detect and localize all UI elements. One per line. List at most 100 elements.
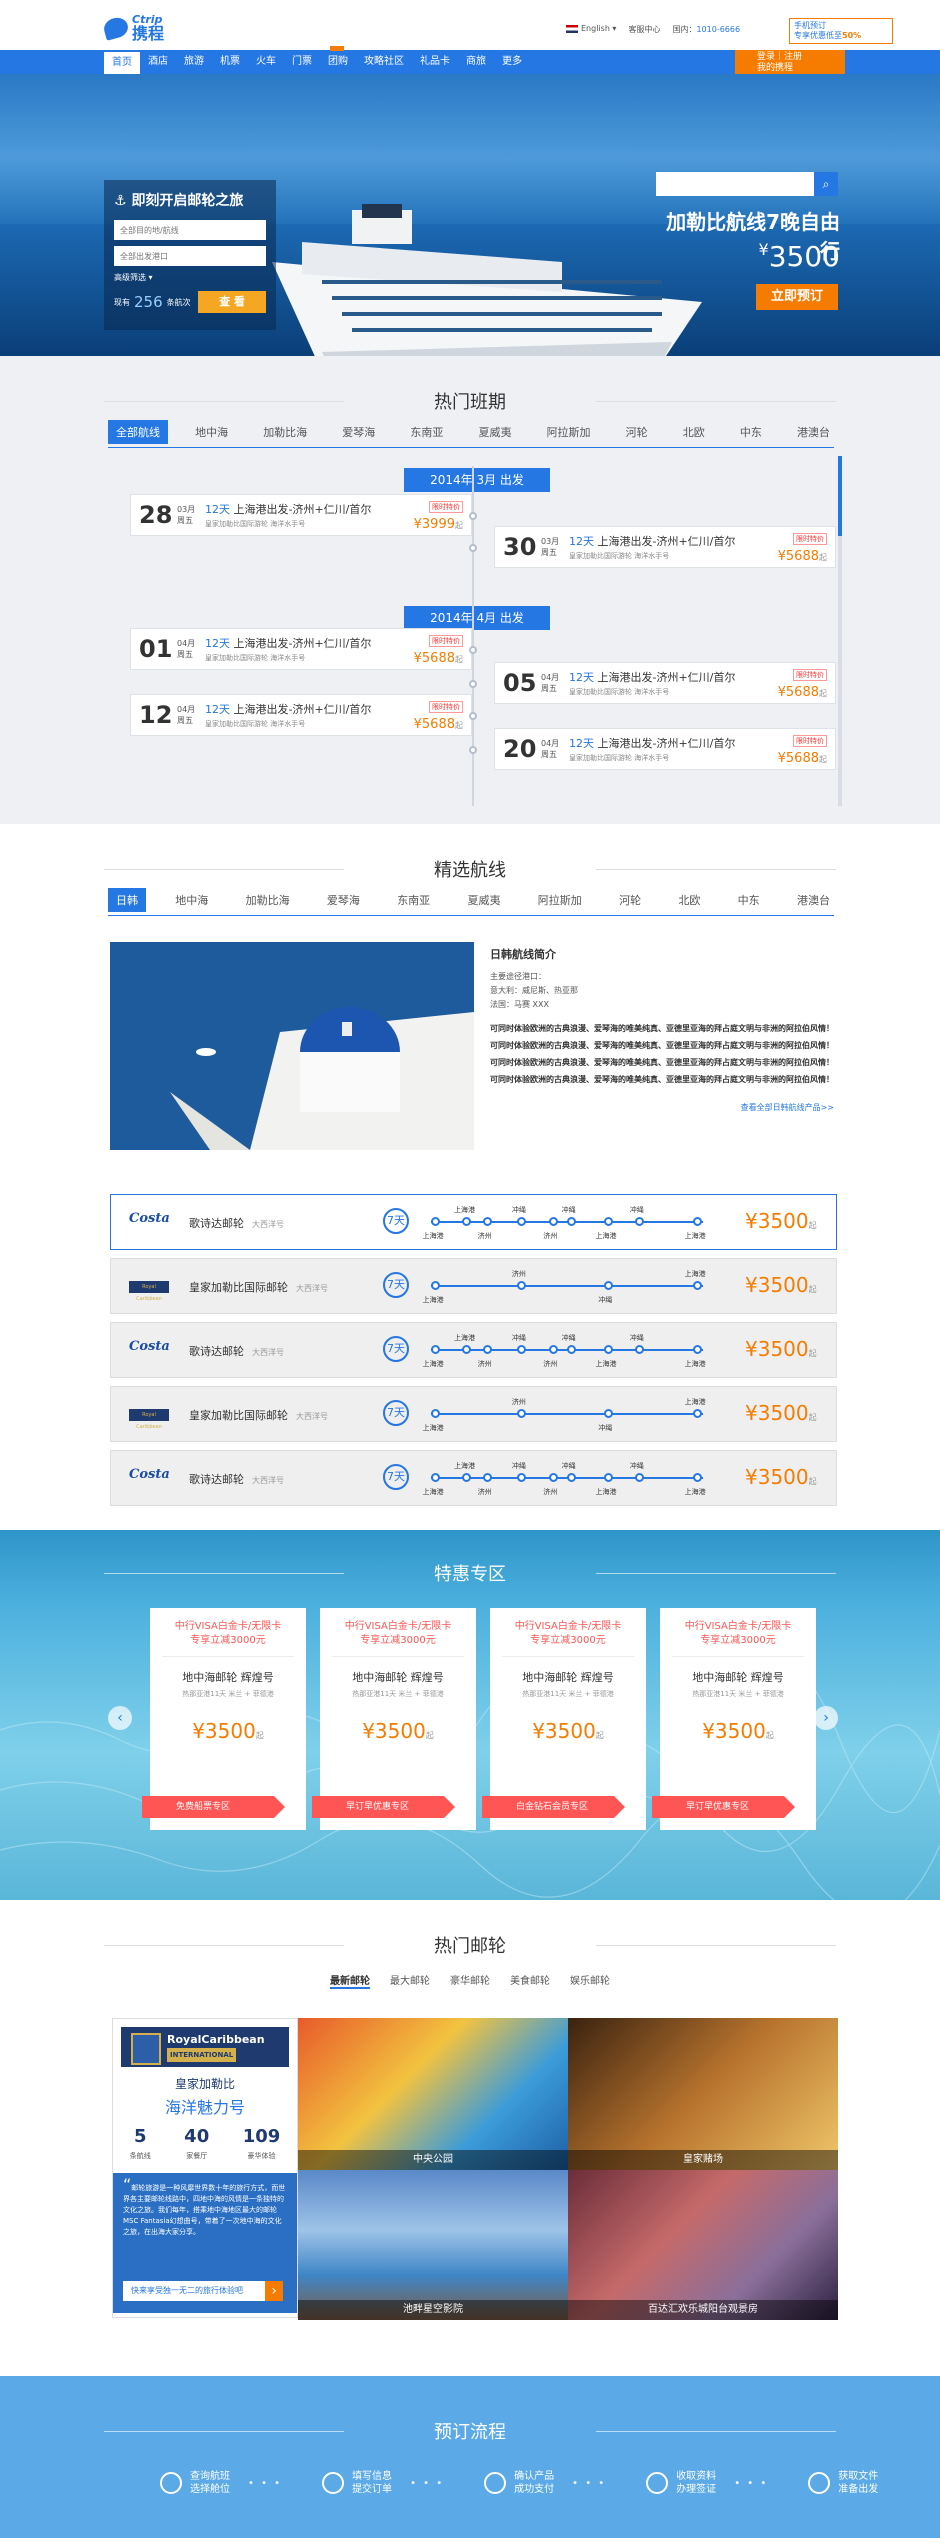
price-unit: 起	[808, 1413, 817, 1422]
next-arrow-icon[interactable]: ›	[814, 1706, 838, 1730]
nav-item[interactable]: 攻略社区	[356, 50, 412, 74]
tab-4[interactable]: 东南亚	[402, 420, 451, 444]
language-select[interactable]: English ▾	[566, 24, 616, 35]
tab-9[interactable]: 中东	[730, 888, 768, 912]
schedule-card[interactable]: 05 04月 周五 12天 上海港出发-济州+仁川/首尔 皇家加勒比国际游轮 海洋水手号…	[494, 662, 836, 704]
price-unit: 起	[819, 553, 827, 562]
deal-ribbon[interactable]: 白金钻石会员专区	[482, 1796, 625, 1818]
advanced-filter-link[interactable]: 高级筛选 ▾	[114, 272, 266, 283]
deal-ribbon[interactable]: 早订早优惠专区	[312, 1796, 455, 1818]
deal-ribbon[interactable]: 免费船票专区	[142, 1796, 285, 1818]
ship-tab-4[interactable]: 娱乐邮轮	[570, 1972, 610, 1989]
ship-tab-2[interactable]: 豪华邮轮	[450, 1972, 490, 1989]
tab-10[interactable]: 港澳台	[789, 420, 838, 444]
mobile-promo[interactable]: 手机预订 专享优惠低至50%	[789, 18, 893, 44]
schedule-scrollbar[interactable]	[838, 456, 842, 806]
experience-button[interactable]: 快来享受独一无二的旅行体验吧	[123, 2281, 283, 2301]
tab-6[interactable]: 阿拉斯加	[539, 420, 599, 444]
tab-8[interactable]: 北欧	[670, 888, 708, 912]
step-icon	[646, 2472, 669, 2494]
tab-1[interactable]: 地中海	[167, 888, 216, 912]
tab-2[interactable]: 加勒比海	[238, 888, 298, 912]
special-price-badge: 限时特价	[793, 735, 827, 747]
hero-search-input[interactable]: ⌕	[656, 172, 838, 196]
tab-0[interactable]: 日韩	[108, 888, 146, 912]
nav-item[interactable]: 旅游	[176, 50, 212, 74]
nav-item[interactable]: 火车	[248, 50, 284, 74]
deal-ribbon[interactable]: 早订早优惠专区	[652, 1796, 795, 1818]
port-stop	[548, 1217, 558, 1226]
deal-card[interactable]: 中行VISA白金卡/无限卡 专享立减3000元 地中海邮轮 辉煌号 热那亚港11天 米…	[312, 1608, 476, 1830]
nav-item[interactable]: 商旅	[458, 50, 494, 74]
tab-5[interactable]: 夏威夷	[470, 420, 519, 444]
tab-4[interactable]: 东南亚	[389, 888, 438, 912]
ctrip-logo[interactable]: Ctrip 携程	[101, 14, 164, 42]
view-button[interactable]: 查 看	[198, 291, 266, 313]
tab-0[interactable]: 全部航线	[108, 420, 168, 444]
tile-boardwalk-balcony[interactable]: 百达汇欢乐城阳台观景房	[568, 2170, 838, 2320]
tab-5[interactable]: 夏威夷	[459, 888, 508, 912]
deal-price: ¥3500起	[150, 1719, 306, 1743]
search-icon[interactable]: ⌕	[814, 172, 838, 196]
nav-item[interactable]: 机票	[212, 50, 248, 74]
ship-sea-name: 大西洋号	[252, 1476, 284, 1485]
tab-10[interactable]: 港澳台	[789, 888, 838, 912]
book-now-button[interactable]: 立即预订	[756, 284, 838, 310]
month: 04月	[541, 739, 560, 748]
ship-tab-3[interactable]: 美食邮轮	[510, 1972, 550, 1989]
nav-item[interactable]: 团购	[320, 46, 356, 74]
service-center-link[interactable]: 客服中心	[628, 24, 660, 35]
tab-9[interactable]: 中东	[732, 420, 770, 444]
tab-1[interactable]: 地中海	[187, 420, 236, 444]
prev-arrow-icon[interactable]: ‹	[108, 1706, 132, 1730]
destination-input[interactable]	[114, 220, 266, 240]
port-stop	[483, 1217, 493, 1226]
tile-royal-casino[interactable]: 皇家赌场	[568, 2018, 838, 2170]
step-icon	[484, 2472, 507, 2494]
featured-routes-section: 精选航线 日韩 地中海 加勒比海 爱琴海 东南亚 夏威夷 阿拉斯加 河轮 北欧 中东 港澳台 日韩航…	[0, 824, 940, 1530]
tab-3[interactable]: 爱琴海	[334, 420, 383, 444]
departure-port-input[interactable]	[114, 246, 266, 266]
nav-item[interactable]: 门票	[284, 50, 320, 74]
port-stop	[462, 1473, 472, 1482]
route-row[interactable]: Costa 歌诗达邮轮 大西洋号 7天 上海港 上海港 济州 冲绳 济州 冲绳 上海港 冲绳 上海港 ¥3…	[110, 1322, 837, 1378]
route-row[interactable]: Costa 歌诗达邮轮 大西洋号 7天 上海港 上海港 济州 冲绳 济州 冲绳 上海港 冲绳 上海港 ¥3…	[110, 1194, 837, 1250]
login-button[interactable]: 登录｜注册 我的携程	[735, 50, 845, 76]
route-row[interactable]: Royal Caribbean 皇家加勒比国际邮轮 大西洋号 7天 上海港 济州 冲绳 上海港…	[110, 1386, 837, 1442]
port-label: 济州	[477, 1488, 492, 1496]
tab-7[interactable]: 河轮	[618, 420, 656, 444]
deal-card[interactable]: 中行VISA白金卡/无限卡 专享立减3000元 地中海邮轮 辉煌号 热那亚港11天 米…	[482, 1608, 646, 1830]
schedule-card[interactable]: 30 03月 周五 12天 上海港出发-济州+仁川/首尔 皇家加勒比国际游轮 海洋水手号…	[494, 526, 836, 568]
deal-card[interactable]: 中行VISA白金卡/无限卡 专享立减3000元 地中海邮轮 辉煌号 热那亚港11天 米…	[652, 1608, 816, 1830]
nav-item[interactable]: 酒店	[140, 50, 176, 74]
ship-sea-name: 大西洋号	[252, 1348, 284, 1357]
tab-8[interactable]: 北欧	[675, 420, 713, 444]
tab-7[interactable]: 河轮	[611, 888, 649, 912]
deal-card[interactable]: 中行VISA白金卡/无限卡 专享立减3000元 地中海邮轮 辉煌号 热那亚港11天 米…	[142, 1608, 306, 1830]
ship-tab-1[interactable]: 最大邮轮	[390, 1972, 430, 1989]
route-row[interactable]: Costa 歌诗达邮轮 大西洋号 7天 上海港 上海港 济州 冲绳 济州 冲绳 上海港 冲绳 上海港 ¥3…	[110, 1450, 837, 1506]
hero-price: ¥3500	[758, 240, 840, 273]
tab-3[interactable]: 爱琴海	[319, 888, 368, 912]
view-all-routes-link[interactable]: 查看全部日韩航线产品>>	[490, 1102, 834, 1113]
schedule-card[interactable]: 28 03月 周五 12天 上海港出发-济州+仁川/首尔 皇家加勒比国际游轮 海洋水手号…	[130, 494, 472, 536]
deal-headline: 中行VISA白金卡/无限卡 专享立减3000元	[150, 1620, 306, 1648]
schedule-card[interactable]: 12 04月 周五 12天 上海港出发-济州+仁川/首尔 皇家加勒比国际游轮 海洋水手号…	[130, 694, 472, 736]
nav-item[interactable]: 礼品卡	[412, 50, 458, 74]
tile-aquatheater[interactable]: 池畔星空影院	[298, 2170, 568, 2320]
tab-2[interactable]: 加勒比海	[255, 420, 315, 444]
nav-item[interactable]: 更多	[494, 50, 530, 74]
ship-tab-0[interactable]: 最新邮轮	[330, 1972, 370, 1989]
nav-item[interactable]: 首页	[104, 50, 140, 74]
days-badge: 7天	[383, 1400, 409, 1426]
route-row[interactable]: Royal Caribbean 皇家加勒比国际邮轮 大西洋号 7天 上海港 济州 冲绳 上海港…	[110, 1258, 837, 1314]
schedule-card[interactable]: 01 04月 周五 12天 上海港出发-济州+仁川/首尔 皇家加勒比国际游轮 海洋水手号…	[130, 628, 472, 670]
tab-6[interactable]: 阿拉斯加	[530, 888, 590, 912]
port-label: 济州	[511, 1398, 526, 1406]
port-stop	[693, 1281, 702, 1290]
port-label: 济州	[477, 1360, 492, 1368]
schedule-card[interactable]: 20 04月 周五 12天 上海港出发-济州+仁川/首尔 皇家加勒比国际游轮 海洋水手号…	[494, 728, 836, 770]
price-value: ¥3500	[532, 1719, 596, 1743]
port-label: 上海港	[422, 1360, 444, 1368]
tile-central-park[interactable]: 中央公园	[298, 2018, 568, 2170]
